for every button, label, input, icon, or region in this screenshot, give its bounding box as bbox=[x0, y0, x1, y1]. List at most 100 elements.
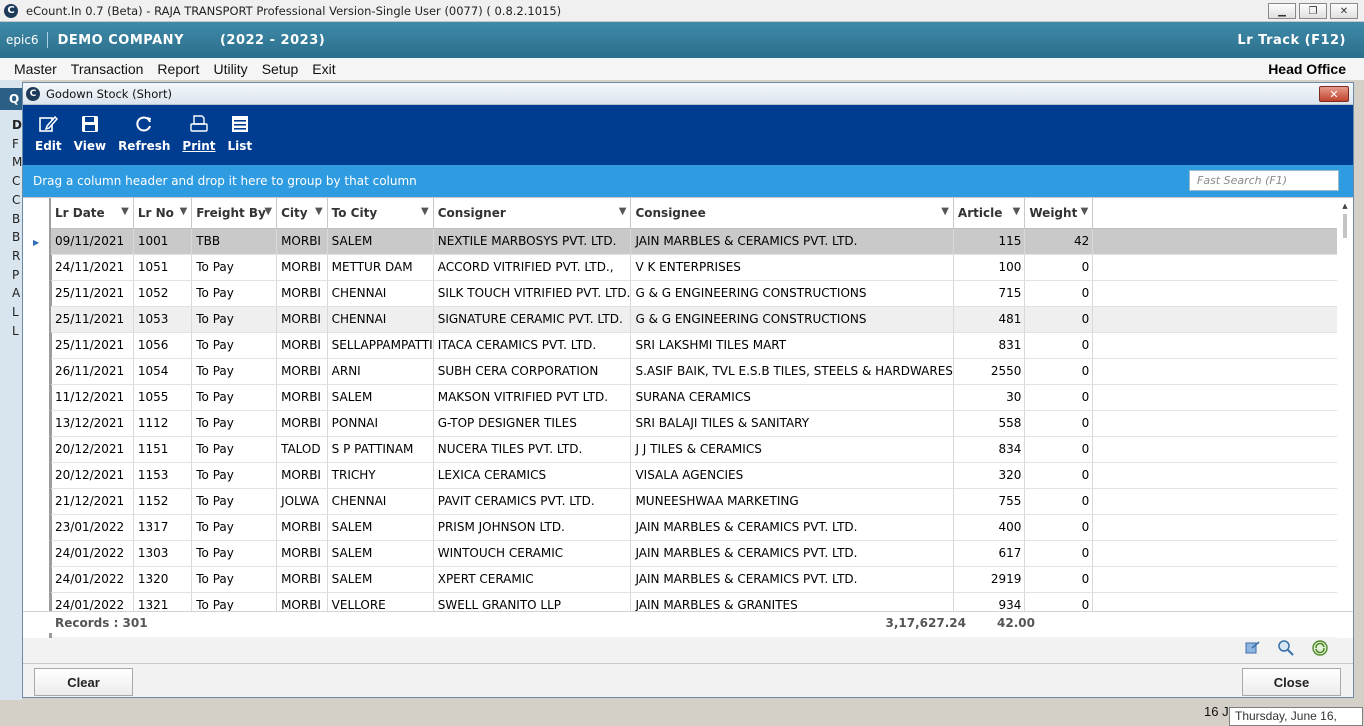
column-header[interactable]: Consigner ▼ bbox=[433, 198, 632, 229]
filter-icon[interactable]: ▼ bbox=[421, 206, 429, 217]
menu-transaction[interactable]: Transaction bbox=[64, 61, 151, 77]
table-cell: 834 bbox=[953, 436, 1026, 463]
table-row[interactable]: 26/11/2021 1054 To Pay MORBI ARNI SUBH CERA C… bbox=[51, 358, 1353, 385]
table-row[interactable]: 20/12/2021 1151 To Pay TALOD S P PATTINAM NUC… bbox=[51, 436, 1353, 463]
scroll-thumb[interactable] bbox=[1343, 214, 1347, 238]
maximize-button[interactable]: ❐ bbox=[1299, 3, 1327, 19]
filter-icon[interactable]: ▼ bbox=[180, 206, 188, 217]
menu-master[interactable]: Master bbox=[0, 61, 64, 77]
side-panel-item[interactable]: A bbox=[12, 284, 22, 303]
edit-icon bbox=[38, 113, 59, 135]
column-header[interactable]: Consignee ▼ bbox=[630, 198, 954, 229]
column-header[interactable]: To City ▼ bbox=[327, 198, 434, 229]
side-panel-item[interactable]: C bbox=[12, 191, 22, 210]
sync-icon[interactable] bbox=[1311, 639, 1329, 657]
window-controls: ▁ ❐ ✕ bbox=[1268, 3, 1358, 19]
edit-button[interactable]: Edit bbox=[29, 113, 68, 153]
side-panel-item[interactable]: P bbox=[12, 266, 22, 285]
window-logo-icon: C bbox=[26, 86, 40, 101]
clear-button[interactable]: Clear bbox=[34, 668, 133, 696]
table-row[interactable]: 11/12/2021 1055 To Pay MORBI SALEM MAKSON VIT… bbox=[51, 384, 1353, 411]
table-cell: WINTOUCH CERAMIC bbox=[433, 540, 632, 567]
godown-stock-window: C Godown Stock (Short) ✕ Edit View Refre… bbox=[22, 82, 1354, 698]
filter-icon[interactable]: ▼ bbox=[121, 206, 129, 217]
column-header[interactable]: City ▼ bbox=[276, 198, 328, 229]
table-cell: SALEM bbox=[327, 228, 434, 255]
zoom-search-icon[interactable] bbox=[1277, 639, 1295, 657]
app-title: eCount.In 0.7 (Beta) - RAJA TRANSPORT Pr… bbox=[26, 3, 562, 18]
list-button[interactable]: List bbox=[222, 113, 259, 153]
table-cell: 100 bbox=[953, 254, 1026, 281]
side-panel-item[interactable]: R bbox=[12, 247, 22, 266]
table-cell: 831 bbox=[953, 332, 1026, 359]
table-row[interactable]: 13/12/2021 1112 To Pay MORBI PONNAI G-TOP DES… bbox=[51, 410, 1353, 437]
table-cell: 0 bbox=[1024, 358, 1094, 385]
close-button[interactable]: Close bbox=[1242, 668, 1341, 696]
table-cell: 25/11/2021 bbox=[51, 306, 134, 333]
filter-icon[interactable]: ▼ bbox=[264, 206, 272, 217]
vertical-scrollbar[interactable]: ▲ ▼ bbox=[1337, 198, 1353, 638]
column-header[interactable]: Article ▼ bbox=[953, 198, 1026, 229]
table-cell: 0 bbox=[1024, 280, 1094, 307]
table-cell: MORBI bbox=[276, 462, 328, 489]
export-icon[interactable] bbox=[1243, 639, 1261, 657]
table-cell: 30 bbox=[953, 384, 1026, 411]
current-row-arrow-icon: ▶ bbox=[33, 238, 40, 247]
side-panel-item[interactable]: L bbox=[12, 303, 22, 322]
row-filler bbox=[1092, 358, 1353, 385]
table-row[interactable]: 25/11/2021 1053 To Pay MORBI CHENNAI SIGNATUR… bbox=[51, 306, 1353, 333]
table-row[interactable]: 25/11/2021 1056 To Pay MORBI SELLAPPAMPATTI I… bbox=[51, 332, 1353, 359]
edit-label: Edit bbox=[35, 139, 62, 153]
side-panel-item[interactable]: M bbox=[12, 153, 22, 172]
menu-utility[interactable]: Utility bbox=[206, 61, 254, 77]
view-button[interactable]: View bbox=[68, 113, 112, 153]
window-close-button[interactable]: ✕ bbox=[1319, 86, 1349, 102]
side-panel-item[interactable]: C bbox=[12, 172, 22, 191]
column-header[interactable]: Lr No ▼ bbox=[133, 198, 193, 229]
table-cell: SELLAPPAMPATTI bbox=[327, 332, 434, 359]
scroll-up-icon[interactable]: ▲ bbox=[1337, 198, 1353, 214]
side-panel-item[interactable]: L bbox=[12, 322, 22, 341]
column-header-label: To City bbox=[331, 205, 378, 220]
table-row[interactable]: 23/01/2022 1317 To Pay MORBI SALEM PRISM JOHN… bbox=[51, 514, 1353, 541]
menu-report[interactable]: Report bbox=[150, 61, 206, 77]
table-row[interactable]: 25/11/2021 1052 To Pay MORBI CHENNAI SILK TOU… bbox=[51, 280, 1353, 307]
lr-track-link[interactable]: Lr Track (F12) bbox=[1237, 33, 1346, 48]
table-row[interactable]: 24/11/2021 1051 To Pay MORBI METTUR DAM ACCOR… bbox=[51, 254, 1353, 281]
table-cell: 0 bbox=[1024, 566, 1094, 593]
table-cell: MUNEESHWAA MARKETING bbox=[630, 488, 954, 515]
table-row[interactable]: 24/01/2022 1303 To Pay MORBI SALEM WINTOUCH C… bbox=[51, 540, 1353, 567]
group-by-panel[interactable]: Drag a column header and drop it here to… bbox=[23, 165, 1353, 197]
summary-row: Records : 301 3,17,627.24 42.00 bbox=[23, 611, 1353, 633]
menu-exit[interactable]: Exit bbox=[305, 61, 342, 77]
table-row[interactable]: 20/12/2021 1153 To Pay MORBI TRICHY LEXICA CE… bbox=[51, 462, 1353, 489]
table-cell: G-TOP DESIGNER TILES bbox=[433, 410, 632, 437]
column-header[interactable]: Freight By ▼ bbox=[191, 198, 278, 229]
filter-icon[interactable]: ▼ bbox=[1081, 206, 1089, 217]
filter-icon[interactable]: ▼ bbox=[1013, 206, 1021, 217]
app-close-button[interactable]: ✕ bbox=[1330, 3, 1358, 19]
minimize-button[interactable]: ▁ bbox=[1268, 3, 1296, 19]
refresh-button[interactable]: Refresh bbox=[112, 113, 176, 153]
table-row[interactable]: 09/11/2021 1001 TBB MORBI SALEM NEXTILE MARBO… bbox=[51, 228, 1353, 255]
side-panel-item[interactable]: B bbox=[12, 228, 22, 247]
filter-icon[interactable]: ▼ bbox=[619, 206, 627, 217]
side-panel-item[interactable]: F bbox=[12, 135, 22, 154]
column-header[interactable]: Lr Date ▼ bbox=[51, 198, 134, 229]
table-cell: 0 bbox=[1024, 514, 1094, 541]
fast-search-input[interactable]: Fast Search (F1) bbox=[1189, 170, 1339, 191]
table-cell: 1153 bbox=[133, 462, 193, 489]
table-row[interactable]: 24/01/2022 1320 To Pay MORBI SALEM XPERT CERA… bbox=[51, 566, 1353, 593]
table-row[interactable]: 21/12/2021 1152 To Pay JOLWA CHENNAI PAVIT CE… bbox=[51, 488, 1353, 515]
column-header-label: Consigner bbox=[437, 205, 506, 220]
table-cell: 1303 bbox=[133, 540, 193, 567]
print-button[interactable]: Print bbox=[176, 113, 221, 153]
filter-icon[interactable]: ▼ bbox=[315, 206, 323, 217]
table-cell: 755 bbox=[953, 488, 1026, 515]
menu-setup[interactable]: Setup bbox=[255, 61, 306, 77]
filter-icon[interactable]: ▼ bbox=[941, 206, 949, 217]
side-panel-item[interactable]: D bbox=[12, 116, 22, 135]
column-header[interactable]: Weight ▼ bbox=[1024, 198, 1094, 229]
table-cell: SILK TOUCH VITRIFIED PVT. LTD. bbox=[433, 280, 632, 307]
side-panel-item[interactable]: B bbox=[12, 210, 22, 229]
